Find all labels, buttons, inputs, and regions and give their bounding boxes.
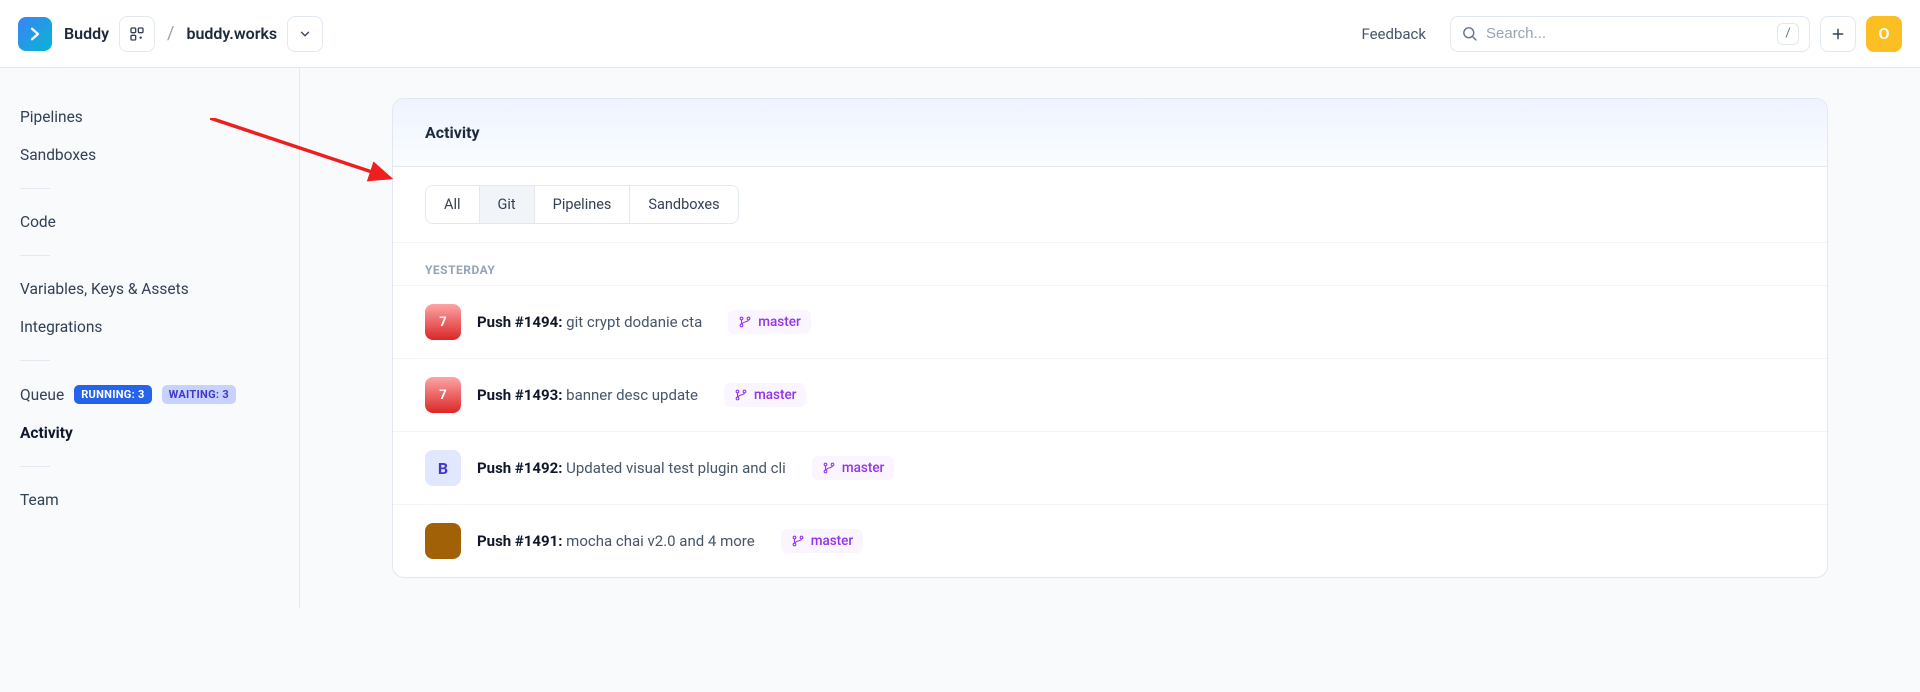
branch-name: master <box>758 314 800 330</box>
sidebar-separator <box>20 188 50 189</box>
push-id: Push #1494: <box>477 313 562 331</box>
tab-sandboxes[interactable]: Sandboxes <box>630 186 737 223</box>
logo-icon <box>18 17 52 51</box>
queue-running-badge: RUNNING: 3 <box>74 385 151 404</box>
activity-row[interactable]: 7 Push #1493: banner desc update master <box>393 358 1827 431</box>
branch-name: master <box>811 533 853 549</box>
search-input[interactable] <box>1486 25 1777 42</box>
activity-text: Push #1494: git crypt dodanie cta <box>477 313 702 331</box>
sidebar-item-label: Queue <box>20 386 64 404</box>
branch-icon <box>738 315 752 329</box>
brand-name[interactable]: Buddy <box>64 24 109 43</box>
author-avatar: 7 <box>425 377 461 413</box>
section-label-yesterday: YESTERDAY <box>393 242 1827 285</box>
sidebar-item-activity[interactable]: Activity <box>20 414 279 452</box>
commit-message: Updated visual test plugin and cli <box>562 459 785 477</box>
activity-row[interactable]: B Push #1492: Updated visual test plugin… <box>393 431 1827 504</box>
sidebar-item-sandboxes[interactable]: Sandboxes <box>20 136 279 174</box>
sidebar-separator <box>20 360 50 361</box>
main-content: Activity All Git Pipelines Sandboxes YES… <box>300 68 1920 608</box>
queue-waiting-badge: WAITING: 3 <box>162 385 236 404</box>
branch-badge[interactable]: master <box>781 529 863 553</box>
push-id: Push #1491: <box>477 532 562 550</box>
sidebar-separator <box>20 255 50 256</box>
activity-title: Activity <box>425 123 1795 142</box>
chevron-down-icon <box>298 27 312 41</box>
breadcrumb-separator: / <box>167 23 174 44</box>
activity-text: Push #1493: banner desc update <box>477 386 698 404</box>
branch-name: master <box>754 387 796 403</box>
plus-icon <box>1830 26 1846 42</box>
sidebar: Pipelines Sandboxes Code Variables, Keys… <box>0 68 300 608</box>
search-input-wrap[interactable]: / <box>1450 16 1810 52</box>
breadcrumb-project[interactable]: buddy.works <box>186 24 277 43</box>
activity-tabs-row: All Git Pipelines Sandboxes <box>393 167 1827 224</box>
branch-badge[interactable]: master <box>728 310 810 334</box>
breadcrumb-dropdown-button[interactable] <box>287 16 323 52</box>
activity-tabs: All Git Pipelines Sandboxes <box>425 185 739 224</box>
tab-pipelines[interactable]: Pipelines <box>535 186 631 223</box>
commit-message: banner desc update <box>562 386 698 404</box>
activity-text: Push #1492: Updated visual test plugin a… <box>477 459 786 477</box>
user-avatar[interactable]: O <box>1866 16 1902 52</box>
search-icon <box>1461 25 1478 42</box>
push-id: Push #1493: <box>477 386 562 404</box>
tab-all[interactable]: All <box>426 186 480 223</box>
activity-text: Push #1491: mocha chai v2.0 and 4 more <box>477 532 755 550</box>
push-id: Push #1492: <box>477 459 562 477</box>
activity-row[interactable]: Push #1491: mocha chai v2.0 and 4 more m… <box>393 504 1827 577</box>
activity-row[interactable]: 7 Push #1494: git crypt dodanie cta mast… <box>393 285 1827 358</box>
workspace-switcher-button[interactable] <box>119 16 155 52</box>
branch-name: master <box>842 460 884 476</box>
grid-icon <box>129 26 145 42</box>
author-avatar: 7 <box>425 304 461 340</box>
commit-message: git crypt dodanie cta <box>562 313 702 331</box>
author-avatar <box>425 523 461 559</box>
commit-message: mocha chai v2.0 and 4 more <box>562 532 754 550</box>
tab-git[interactable]: Git <box>480 186 535 223</box>
branch-icon <box>822 461 836 475</box>
branch-badge[interactable]: master <box>724 383 806 407</box>
search-kbd-hint: / <box>1777 23 1799 45</box>
sidebar-separator <box>20 466 50 467</box>
branch-icon <box>791 534 805 548</box>
sidebar-item-code[interactable]: Code <box>20 203 279 241</box>
branch-icon <box>734 388 748 402</box>
sidebar-item-integrations[interactable]: Integrations <box>20 308 279 346</box>
header: Buddy / buddy.works Feedback / O <box>0 0 1920 68</box>
activity-card-header: Activity <box>393 99 1827 167</box>
add-button[interactable] <box>1820 16 1856 52</box>
feedback-link[interactable]: Feedback <box>1361 25 1426 43</box>
author-avatar: B <box>425 450 461 486</box>
sidebar-item-queue[interactable]: Queue RUNNING: 3 WAITING: 3 <box>20 375 279 414</box>
branch-badge[interactable]: master <box>812 456 894 480</box>
activity-card: Activity All Git Pipelines Sandboxes YES… <box>392 98 1828 578</box>
sidebar-item-team[interactable]: Team <box>20 481 279 519</box>
sidebar-item-pipelines[interactable]: Pipelines <box>20 98 279 136</box>
sidebar-item-variables[interactable]: Variables, Keys & Assets <box>20 270 279 308</box>
